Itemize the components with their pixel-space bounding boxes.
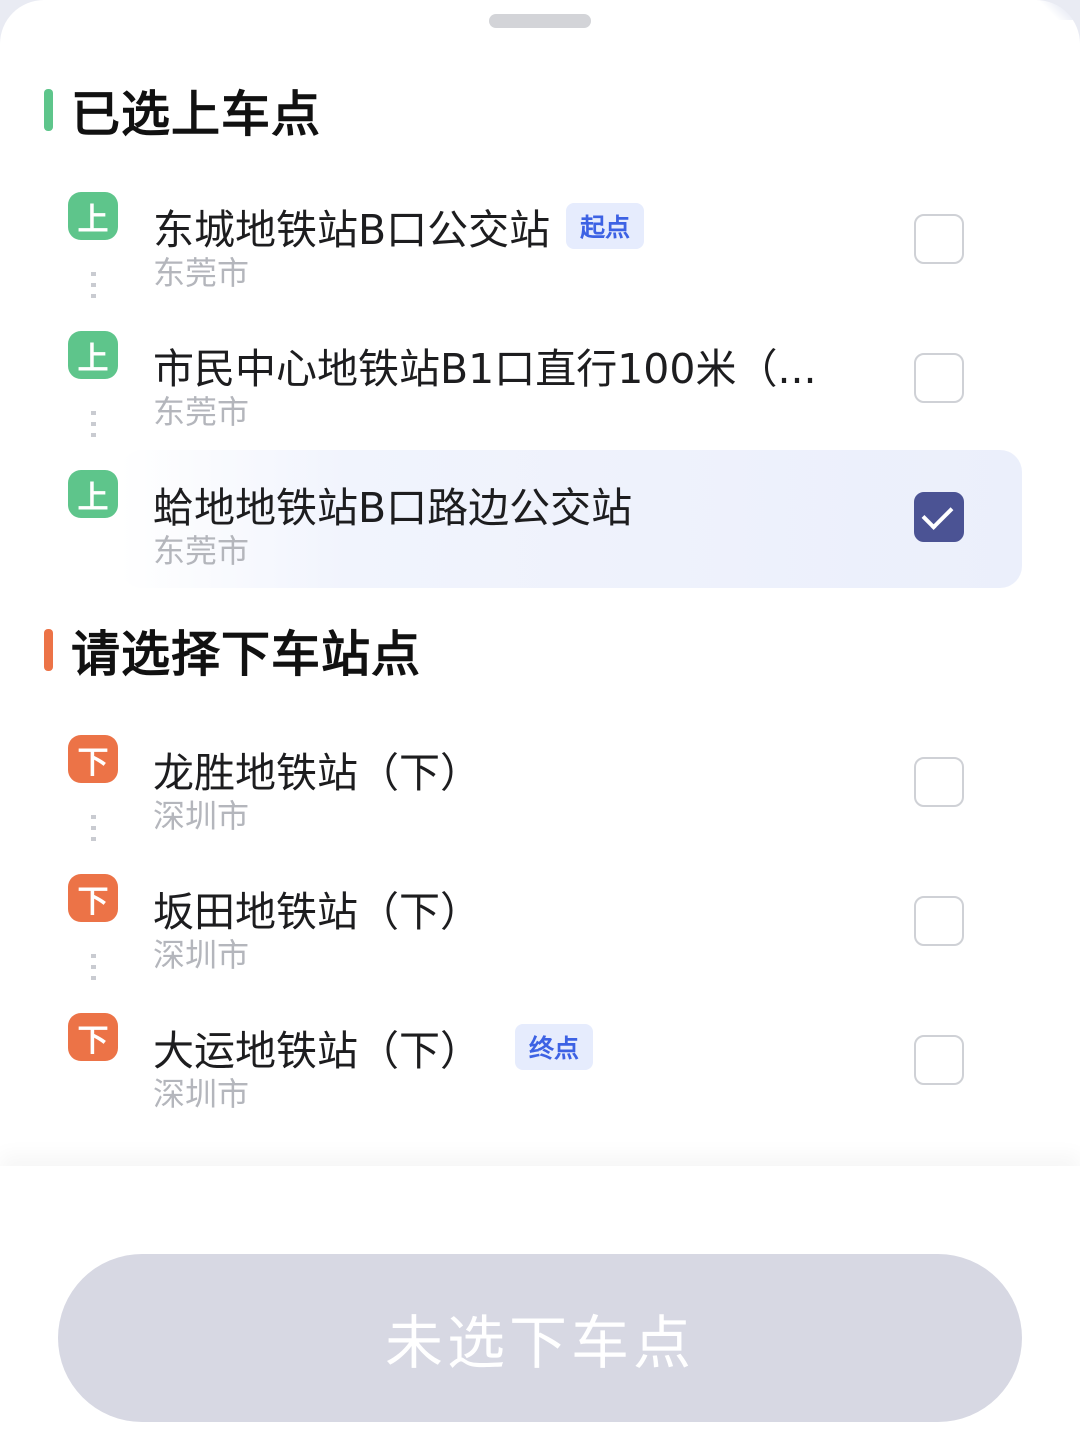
confirm-dropoff-button[interactable]: 未选下车点 bbox=[58, 1254, 1022, 1422]
route-connector-dots bbox=[91, 815, 96, 847]
stop-name: 龙胜地铁站（下） bbox=[153, 749, 481, 797]
dropoff-stop-row[interactable]: 下 坂田地铁站（下） 深圳市 bbox=[0, 872, 1080, 1010]
stop-city: 深圳市 bbox=[153, 797, 250, 835]
pickup-stop-row[interactable]: 上 东城地铁站B口公交站 起点 东莞市 bbox=[0, 190, 1080, 328]
pickup-section-accent-bar bbox=[44, 89, 53, 131]
stop-name-wrap: 蛤地地铁站B口路边公交站 bbox=[153, 474, 632, 534]
end-point-tag: 终点 bbox=[515, 1024, 594, 1070]
stop-name-wrap: 坂田地铁站（下） bbox=[153, 878, 481, 938]
bottom-sheet: 已选上车点 上 东城地铁站B口公交站 起点 东莞市 上 市民中心地铁站B1口直行… bbox=[0, 0, 1080, 1440]
alight-icon: 下 bbox=[68, 735, 118, 783]
stop-name: 东城地铁站B口公交站 bbox=[153, 206, 551, 254]
stop-city: 深圳市 bbox=[153, 936, 250, 974]
dropoff-stop-row[interactable]: 下 龙胜地铁站（下） 深圳市 bbox=[0, 733, 1080, 871]
route-connector-dots bbox=[91, 272, 96, 304]
stop-name-wrap: 龙胜地铁站（下） bbox=[153, 739, 481, 799]
stop-checkbox[interactable] bbox=[914, 214, 964, 264]
alight-icon: 下 bbox=[68, 1013, 118, 1061]
dropoff-section-accent-bar bbox=[44, 629, 53, 671]
pickup-section-title: 已选上车点 bbox=[71, 85, 322, 143]
stop-name: 坂田地铁站（下） bbox=[153, 888, 481, 936]
stop-name: 蛤地地铁站B口路边公交站 bbox=[153, 484, 633, 532]
stop-city: 东莞市 bbox=[153, 393, 250, 431]
stop-checkbox-checked[interactable] bbox=[914, 492, 964, 542]
pickup-stop-row-selected[interactable]: 上 蛤地地铁站B口路边公交站 东莞市 bbox=[0, 450, 1080, 588]
route-connector-dots bbox=[91, 411, 96, 443]
stop-name: 市民中心地铁站B1口直行100米（... bbox=[153, 345, 817, 393]
pickup-section-header: 已选上车点 bbox=[44, 80, 321, 143]
stop-checkbox[interactable] bbox=[914, 1035, 964, 1085]
board-icon: 上 bbox=[68, 470, 118, 518]
stop-checkbox[interactable] bbox=[914, 757, 964, 807]
stop-name: 大运地铁站（下） bbox=[153, 1027, 481, 1075]
dropoff-section-header: 请选择下车站点 bbox=[44, 620, 421, 683]
stop-city: 东莞市 bbox=[153, 254, 250, 292]
dropoff-stop-row[interactable]: 下 大运地铁站（下） 终点 深圳市 bbox=[0, 1011, 1080, 1149]
route-connector-dots bbox=[91, 954, 96, 986]
board-icon: 上 bbox=[68, 192, 118, 240]
stop-city: 东莞市 bbox=[153, 532, 250, 570]
sheet-grabber-handle[interactable] bbox=[489, 14, 591, 28]
start-point-tag: 起点 bbox=[566, 203, 645, 249]
stop-checkbox[interactable] bbox=[914, 896, 964, 946]
dropoff-section-title: 请选择下车站点 bbox=[71, 625, 422, 683]
stop-city: 深圳市 bbox=[153, 1075, 250, 1113]
stop-name-wrap: 东城地铁站B口公交站 起点 bbox=[153, 196, 645, 256]
corner-decoration bbox=[1040, 0, 1080, 20]
board-icon: 上 bbox=[68, 331, 118, 379]
stop-checkbox[interactable] bbox=[914, 353, 964, 403]
stop-name-wrap: 市民中心地铁站B1口直行100米（... bbox=[153, 335, 817, 395]
stop-name-wrap: 大运地铁站（下） 终点 bbox=[153, 1017, 594, 1077]
alight-icon: 下 bbox=[68, 874, 118, 922]
pickup-stop-row[interactable]: 上 市民中心地铁站B1口直行100米（... 东莞市 bbox=[0, 329, 1080, 467]
